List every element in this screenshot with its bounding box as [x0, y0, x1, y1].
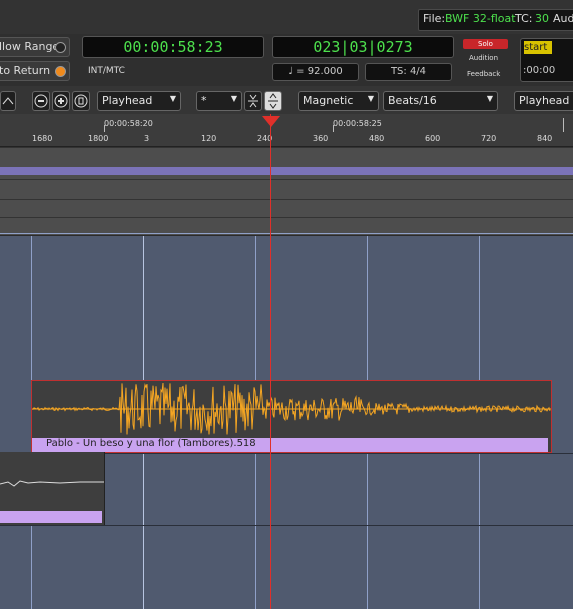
expand-tracks-button[interactable]: [264, 91, 282, 111]
timecode-tick-label: 00:00:58:25: [333, 119, 382, 128]
timecode-tick: [333, 125, 334, 132]
bbt-tick-label: 360: [313, 134, 329, 143]
auto-return-led: [55, 66, 66, 77]
zoom-fit-icon: [74, 94, 88, 108]
timecode-tick: [563, 118, 564, 132]
edit-point-value: Playhead: [519, 94, 570, 107]
tc-value: 30: [535, 12, 549, 25]
auto-return-label: to Return: [0, 64, 51, 77]
zoom-out-button[interactable]: [32, 91, 50, 111]
grid-icon: [2, 97, 14, 105]
bbt-tick-label: 1800: [88, 134, 109, 143]
audio-label: Aud: [553, 12, 573, 25]
bbt-tick-label: 120: [201, 134, 217, 143]
start-time: :00:00: [523, 65, 556, 76]
chevron-down-icon: ▼: [169, 94, 176, 103]
bbt-tick-label: 720: [481, 134, 497, 143]
file-label: File:: [423, 12, 446, 25]
marker-rulers[interactable]: [0, 147, 573, 235]
chevron-down-icon: ▼: [230, 94, 237, 103]
ruler-divider: [0, 217, 573, 218]
expand-tracks-icon: [268, 93, 278, 109]
shrink-tracks-button[interactable]: [244, 91, 262, 111]
range-marker-bar[interactable]: [0, 167, 573, 175]
chevron-down-icon: ▼: [486, 94, 493, 103]
edit-point-dropdown[interactable]: Playhead: [514, 91, 573, 111]
track-divider: [0, 525, 573, 526]
zoom-out-icon: [34, 94, 48, 108]
file-format-value: BWF 32-float: [445, 12, 516, 25]
grid-toggle-button[interactable]: [0, 91, 16, 111]
follow-range-button[interactable]: llow Range: [0, 37, 70, 57]
feedback-label: Feedback: [467, 70, 501, 78]
bbt-tick-label: 840: [537, 134, 553, 143]
zoom-in-button[interactable]: [52, 91, 70, 111]
region-name-bar[interactable]: Pablo - Un beso y una flor (Tambores).51…: [32, 438, 548, 452]
playhead-marker-icon[interactable]: [262, 116, 280, 127]
chevron-down-icon: ▼: [367, 94, 374, 103]
audition-label: Audition: [469, 54, 499, 62]
shrink-tracks-icon: [248, 94, 258, 108]
waveform: [0, 480, 104, 487]
secondary-clock[interactable]: 023|03|0273: [272, 36, 454, 58]
bbt-tick-label: 600: [425, 134, 441, 143]
timecode-tick: [104, 125, 105, 132]
bbt-tick-label: 3: [144, 134, 150, 143]
visible-tracks-dropdown[interactable]: * ▼: [196, 91, 242, 111]
mini-timeline[interactable]: start :00:00: [520, 38, 573, 82]
ruler-divider: [0, 233, 573, 234]
status-box: File: BWF 32-float TC: 30 Aud: [418, 9, 573, 31]
time-signature-display[interactable]: TS: 4/4: [365, 63, 452, 81]
playhead-line[interactable]: [270, 114, 271, 609]
ruler-divider: [0, 199, 573, 200]
zoom-in-icon: [54, 94, 68, 108]
grid-type-value: Beats/16: [388, 94, 437, 107]
timecode-tick-label: 00:00:58:20: [104, 119, 153, 128]
tempo-display[interactable]: ♩ = 92.000: [272, 63, 359, 81]
ruler-divider: [0, 147, 573, 148]
snap-mode-value: Magnetic: [303, 94, 354, 107]
grid-type-dropdown[interactable]: Beats/16 ▼: [383, 91, 498, 111]
bbt-tick-label: 480: [369, 134, 385, 143]
zoom-fit-button[interactable]: [72, 91, 90, 111]
start-marker: start: [524, 41, 552, 54]
auto-return-button[interactable]: to Return: [0, 61, 70, 81]
timecode-ruler[interactable]: 00:00:58:20 00:00:58:25: [0, 114, 573, 133]
waveform: [32, 382, 551, 435]
tc-label: TC:: [515, 12, 533, 25]
bbt-tick-label: 1680: [32, 134, 53, 143]
bbt-ruler[interactable]: 1680 1800 3 120 240 360 480 600 720 840: [0, 132, 573, 147]
zoom-focus-value: Playhead: [102, 94, 153, 107]
primary-clock[interactable]: 00:00:58:23: [82, 36, 264, 58]
region-name-bar[interactable]: [0, 511, 102, 523]
snap-mode-dropdown[interactable]: Magnetic ▼: [298, 91, 379, 111]
ruler-divider: [0, 179, 573, 180]
region-name: Pablo - Un beso y una flor (Tambores).51…: [46, 438, 256, 449]
solo-indicator[interactable]: Solo: [463, 39, 508, 49]
follow-range-led: [55, 42, 66, 53]
sync-source-label[interactable]: INT/MTC: [88, 66, 125, 76]
zoom-focus-dropdown[interactable]: Playhead ▼: [97, 91, 181, 111]
follow-range-label: llow Range: [0, 40, 60, 53]
visible-tracks-value: *: [201, 94, 207, 107]
